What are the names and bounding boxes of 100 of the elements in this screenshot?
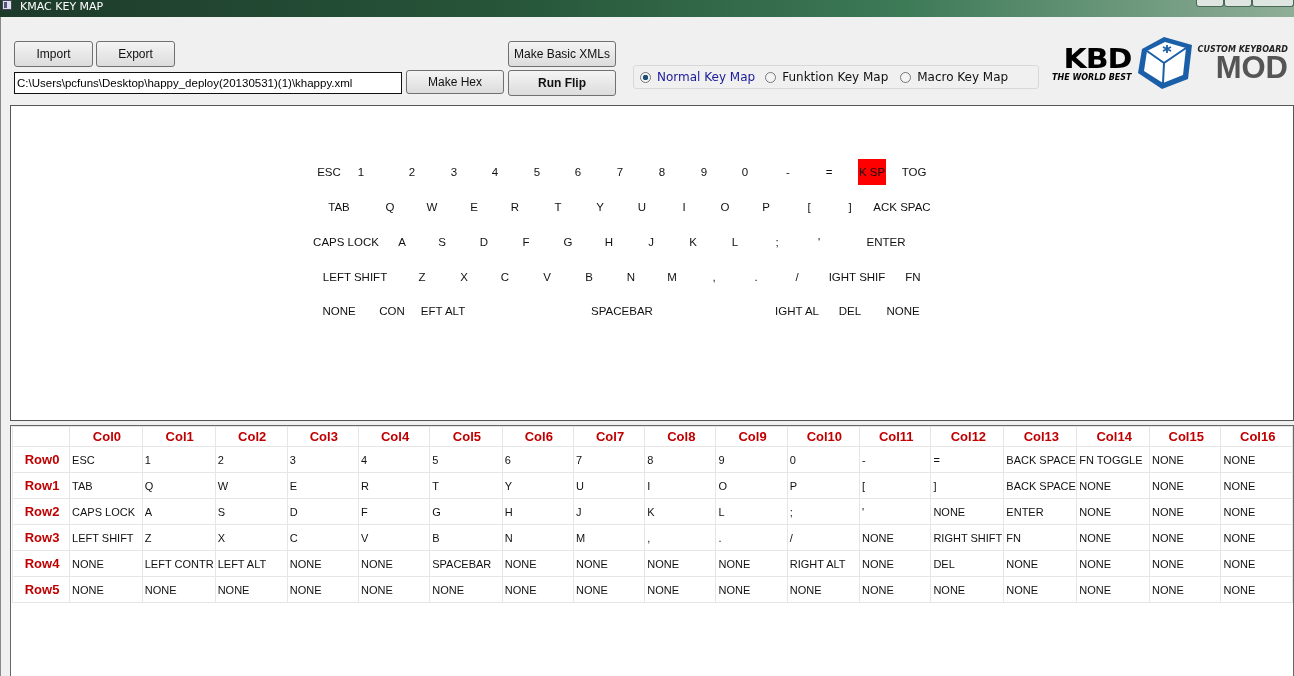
make-hex-button[interactable]: Make Hex	[406, 70, 504, 94]
table-cell[interactable]: I	[644, 472, 716, 499]
table-cell[interactable]: V	[358, 524, 430, 551]
table-cell[interactable]: =	[930, 446, 1004, 473]
table-cell[interactable]: ENTER	[1003, 498, 1077, 525]
key[interactable]: X	[459, 264, 469, 290]
table-cell[interactable]: NONE	[502, 550, 574, 577]
table-cell[interactable]: NONE	[859, 550, 931, 577]
key[interactable]: 2	[407, 159, 417, 185]
key[interactable]: H	[603, 229, 615, 255]
table-cell[interactable]: NONE	[142, 576, 216, 603]
key[interactable]: /	[794, 264, 800, 290]
key[interactable]: [	[806, 194, 812, 220]
table-cell[interactable]: T	[429, 472, 503, 499]
key[interactable]: D	[478, 229, 490, 255]
key[interactable]: ACK SPAC	[872, 194, 932, 220]
key[interactable]: K SP	[858, 159, 886, 185]
table-cell[interactable]: NONE	[715, 576, 788, 603]
table-cell[interactable]: NONE	[1220, 472, 1293, 499]
table-cell[interactable]: LEFT CONTR	[142, 550, 216, 577]
table-cell[interactable]: NONE	[644, 550, 716, 577]
table-cell[interactable]: NONE	[1003, 576, 1077, 603]
table-cell[interactable]: CAPS LOCK	[69, 498, 143, 525]
table-cell[interactable]: NONE	[859, 576, 931, 603]
key[interactable]: DEL	[837, 298, 863, 324]
minimize-button[interactable]	[1196, 0, 1224, 7]
key[interactable]: LEFT SHIFT	[321, 264, 389, 290]
table-cell[interactable]: L	[715, 498, 788, 525]
key[interactable]: IGHT AL	[774, 298, 820, 324]
table-cell[interactable]: NONE	[1076, 524, 1150, 551]
key[interactable]: R	[509, 194, 521, 220]
table-cell[interactable]: 2	[215, 446, 288, 473]
key[interactable]: CAPS LOCK	[312, 229, 380, 255]
table-cell[interactable]: H	[502, 498, 574, 525]
table-cell[interactable]: DEL	[930, 550, 1004, 577]
map-mode-radio[interactable]: Normal Key Map	[640, 70, 756, 84]
key[interactable]: W	[425, 194, 439, 220]
export-button[interactable]: Export	[96, 41, 175, 67]
table-cell[interactable]: NONE	[930, 576, 1004, 603]
table-cell[interactable]: E	[287, 472, 359, 499]
table-cell[interactable]: NONE	[1076, 498, 1150, 525]
table-cell[interactable]: K	[644, 498, 716, 525]
key[interactable]: ,	[711, 264, 717, 290]
key[interactable]: 6	[573, 159, 583, 185]
table-cell[interactable]: NONE	[1149, 576, 1221, 603]
table-cell[interactable]: P	[787, 472, 860, 499]
key[interactable]: 1	[356, 159, 366, 185]
table-cell[interactable]: NONE	[287, 576, 359, 603]
key[interactable]: ]	[847, 194, 853, 220]
table-cell[interactable]: R	[358, 472, 430, 499]
key[interactable]: 9	[699, 159, 709, 185]
table-cell[interactable]: 1	[142, 446, 216, 473]
table-cell[interactable]: O	[715, 472, 788, 499]
key[interactable]: Z	[417, 264, 427, 290]
key[interactable]: '	[816, 229, 822, 255]
key[interactable]: M	[666, 264, 678, 290]
key[interactable]: FN	[904, 264, 922, 290]
key[interactable]: A	[397, 229, 407, 255]
table-cell[interactable]: Y	[502, 472, 574, 499]
table-cell[interactable]: S	[215, 498, 288, 525]
table-cell[interactable]: NONE	[859, 524, 931, 551]
table-cell[interactable]: Z	[142, 524, 216, 551]
run-flip-button[interactable]: Run Flip	[508, 70, 617, 96]
table-cell[interactable]: NONE	[358, 550, 430, 577]
map-mode-radio[interactable]: Macro Key Map	[900, 70, 1009, 84]
maximize-button[interactable]	[1224, 0, 1252, 7]
table-cell[interactable]: B	[429, 524, 503, 551]
key[interactable]: G	[562, 229, 574, 255]
table-cell[interactable]: LEFT ALT	[215, 550, 288, 577]
key[interactable]: L	[730, 229, 740, 255]
map-mode-radio[interactable]: Funktion Key Map	[765, 70, 891, 84]
table-cell[interactable]: U	[573, 472, 645, 499]
table-cell[interactable]: M	[573, 524, 645, 551]
table-cell[interactable]: /	[787, 524, 860, 551]
table-cell[interactable]: NONE	[502, 576, 574, 603]
table-cell[interactable]: NONE	[573, 576, 645, 603]
import-button[interactable]: Import	[14, 41, 93, 67]
key[interactable]: F	[521, 229, 531, 255]
table-cell[interactable]: 3	[287, 446, 359, 473]
table-cell[interactable]: NONE	[429, 576, 503, 603]
key[interactable]: .	[753, 264, 759, 290]
table-cell[interactable]: .	[715, 524, 788, 551]
table-cell[interactable]: Q	[142, 472, 216, 499]
key[interactable]: S	[437, 229, 447, 255]
table-cell[interactable]: NONE	[287, 550, 359, 577]
key[interactable]: T	[553, 194, 563, 220]
key[interactable]: TOG	[900, 159, 928, 185]
table-cell[interactable]: NONE	[1149, 446, 1221, 473]
table-cell[interactable]: -	[859, 446, 931, 473]
table-cell[interactable]: N	[502, 524, 574, 551]
key[interactable]: 7	[615, 159, 625, 185]
key[interactable]: C	[499, 264, 511, 290]
table-cell[interactable]: NONE	[1220, 524, 1293, 551]
key[interactable]: P	[761, 194, 771, 220]
table-cell[interactable]: D	[287, 498, 359, 525]
table-cell[interactable]: BACK SPACE	[1003, 446, 1077, 473]
key[interactable]: ;	[774, 229, 780, 255]
key[interactable]: EFT ALT	[419, 298, 467, 324]
table-cell[interactable]: NONE	[1220, 498, 1293, 525]
table-cell[interactable]: ;	[787, 498, 860, 525]
